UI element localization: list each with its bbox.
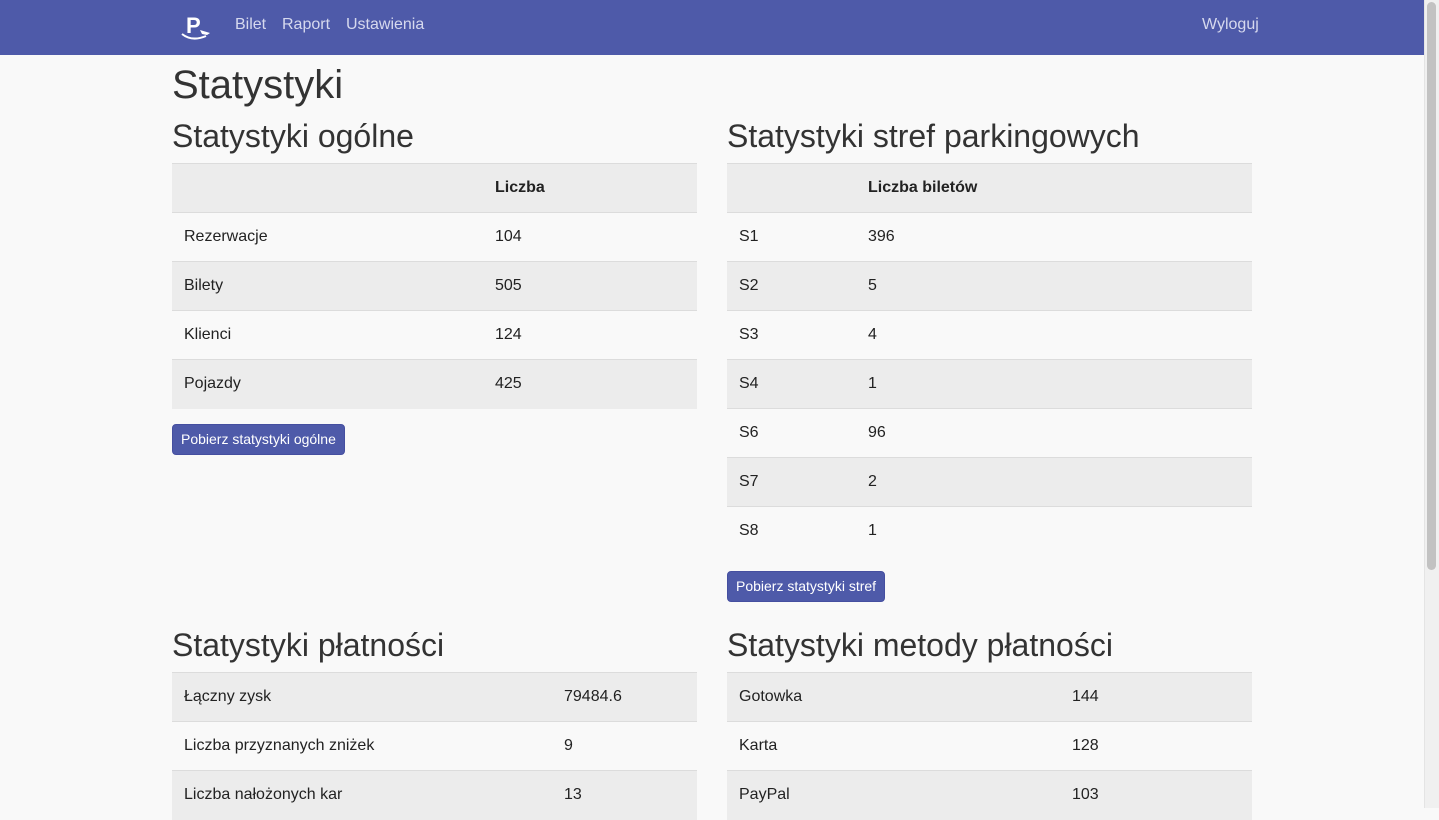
download-general-stats-button[interactable]: Pobierz statystyki ogólne [172,424,345,455]
zone-stats-title: Statystyki stref parkingowych [727,118,1140,154]
table-row: S7 2 [727,457,1252,507]
table-row: S3 4 [727,310,1252,360]
table-row: Liczba przyznanych zniżek 9 [172,721,697,771]
row-value: 96 [856,408,1252,458]
row-value: 79484.6 [552,672,697,722]
row-value: 9 [552,721,697,771]
row-label: Karta [727,721,1060,771]
nav-link-raport[interactable]: Raport [282,16,330,34]
row-value: 144 [1060,672,1252,722]
table-row: S6 96 [727,408,1252,458]
table-row: Rezerwacje 104 [172,212,697,262]
general-stats-title: Statystyki ogólne [172,118,414,154]
row-value: 103 [1060,770,1252,820]
row-label: S6 [727,408,856,458]
table-row: Gotowka 144 [727,672,1252,722]
table-row: PayPal 103 [727,770,1252,820]
table-row: Klienci 124 [172,310,697,360]
row-value: 1 [856,359,1252,409]
row-label: Łączny zysk [172,672,552,722]
scrollbar-thumb[interactable] [1427,2,1436,570]
general-stats-table: Liczba Rezerwacje 104 Bilety 505 Klienci… [172,163,697,409]
page-title: Statystyki [172,63,344,107]
row-value: 5 [856,261,1252,311]
row-label: Liczba przyznanych zniżek [172,721,552,771]
row-label: S2 [727,261,856,311]
row-value: 1 [856,506,1252,556]
payment-method-stats-table: Gotowka 144 Karta 128 PayPal 103 [727,672,1252,820]
table-row: Bilety 505 [172,261,697,311]
payment-stats-table: Łączny zysk 79484.6 Liczba przyznanych z… [172,672,697,820]
column-header-liczba: Liczba [483,163,697,213]
row-label: S8 [727,506,856,556]
table-row: Łączny zysk 79484.6 [172,672,697,722]
table-row: S1 396 [727,212,1252,262]
nav-link-ustawienia[interactable]: Ustawienia [346,16,424,34]
row-label: S1 [727,212,856,262]
row-label: S7 [727,457,856,507]
table-row: S2 5 [727,261,1252,311]
table-row: Pojazdy 425 [172,359,697,409]
row-value: 396 [856,212,1252,262]
navbar: P Bilet Raport Ustawienia Wyloguj [0,0,1424,55]
table-row: S4 1 [727,359,1252,409]
column-header [172,163,483,213]
row-value: 128 [1060,721,1252,771]
row-value: 104 [483,212,697,262]
row-label: Bilety [172,261,483,311]
table-row: Liczba nałożonych kar 13 [172,770,697,820]
row-label: S4 [727,359,856,409]
column-header [727,163,856,213]
table-row: S8 1 [727,506,1252,556]
payment-method-stats-title: Statystyki metody płatności [727,627,1113,663]
table-header-row: Liczba [172,163,697,213]
nav-link-bilet[interactable]: Bilet [235,16,266,34]
row-value: 4 [856,310,1252,360]
logout-link[interactable]: Wyloguj [1202,16,1259,34]
row-value: 13 [552,770,697,820]
parking-plane-logo-icon[interactable]: P [180,12,212,42]
row-label: Liczba nałożonych kar [172,770,552,820]
zone-stats-table: Liczba biletów S1 396 S2 5 S3 4 S4 1 S6 … [727,163,1252,556]
svg-text:P: P [186,13,201,38]
row-value: 505 [483,261,697,311]
row-value: 124 [483,310,697,360]
column-header-liczba-biletow: Liczba biletów [856,163,1252,213]
row-label: S3 [727,310,856,360]
row-label: PayPal [727,770,1060,820]
table-header-row: Liczba biletów [727,163,1252,213]
row-label: Gotowka [727,672,1060,722]
row-value: 425 [483,359,697,409]
download-zone-stats-button[interactable]: Pobierz statystyki stref [727,571,886,602]
table-row: Karta 128 [727,721,1252,771]
row-label: Pojazdy [172,359,483,409]
row-label: Rezerwacje [172,212,483,262]
payment-stats-title: Statystyki płatności [172,627,445,663]
row-value: 2 [856,457,1252,507]
row-label: Klienci [172,310,483,360]
